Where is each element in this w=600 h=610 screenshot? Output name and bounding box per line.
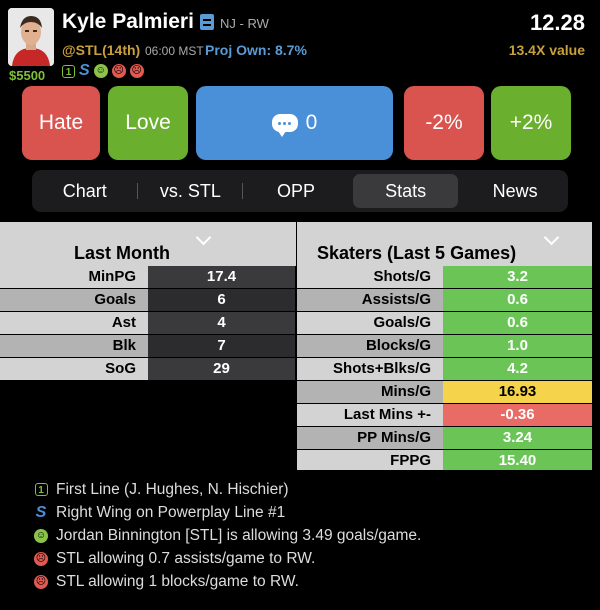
comment-count: 0 (305, 111, 318, 134)
stats-panel: Last Month Skaters (Last 5 Games) MinPG … (0, 222, 592, 470)
stat-value: -0.36 (443, 404, 592, 426)
love-button[interactable]: Love (108, 86, 188, 160)
table-row: Goals 6 (0, 289, 295, 311)
value-multiple: 13.4X value (508, 42, 585, 58)
badge-row: 1 S ☺ ☹ ☹ (62, 62, 144, 79)
list-item: ☺ Jordan Binnington [STL] is allowing 3.… (34, 524, 421, 547)
table-row: SoG 29 (0, 358, 295, 380)
matchup: @STL(14th) (62, 42, 141, 58)
table-row: PP Mins/G 3.24 (297, 427, 592, 449)
tab-bar: Chart vs. STL OPP Stats News (32, 170, 568, 212)
tab-vs-opponent[interactable]: vs. STL (138, 174, 244, 208)
line-one-icon: 1 (34, 483, 48, 496)
table-row: Last Mins +- -0.36 (297, 404, 592, 426)
list-item: S Right Wing on Powerplay Line #1 (34, 501, 421, 524)
powerplay-icon: S (79, 62, 90, 79)
last-month-title: Last Month (74, 243, 170, 263)
player-name[interactable]: Kyle Palmieri (62, 10, 194, 34)
stat-label: Goals/G (297, 312, 443, 334)
projected-ownership: Proj Own: 8.7% (205, 42, 307, 58)
table-row: Blk 7 (0, 335, 295, 357)
table-row: FPPG 15.40 (297, 450, 592, 470)
smile-icon: ☺ (93, 64, 108, 78)
line-one-icon: 1 (62, 64, 75, 78)
tab-news[interactable]: News (462, 174, 568, 208)
last5-title: Skaters (Last 5 Games) (317, 243, 517, 263)
game-time: 06:00 MST (145, 44, 204, 58)
table-row: MinPG 17.4 (0, 266, 295, 288)
table-row: Assists/G 0.6 (297, 289, 592, 311)
table-row: Shots/G 3.2 (297, 266, 592, 288)
stat-label: FPPG (297, 450, 443, 470)
tab-opp[interactable]: OPP (243, 174, 349, 208)
salary: $5500 (9, 68, 46, 83)
note-text: Right Wing on Powerplay Line #1 (56, 503, 286, 521)
note-text: Jordan Binnington [STL] is allowing 3.49… (56, 526, 422, 544)
last5-header[interactable]: Skaters (Last 5 Games) (297, 222, 592, 266)
table-row: Ast 4 (0, 312, 295, 334)
stat-value: 0.6 (443, 289, 592, 311)
stat-label: PP Mins/G (297, 427, 443, 449)
table-row: Mins/G 16.93 (297, 381, 592, 403)
increase-exposure-button[interactable]: +2% (491, 86, 571, 160)
comment-icon (271, 114, 298, 137)
frown-icon: ☹ (111, 64, 126, 78)
stat-label: Blk (0, 335, 148, 357)
notes-list: 1 First Line (J. Hughes, N. Hischier) S … (34, 478, 421, 593)
powerplay-icon: S (35, 503, 47, 521)
stat-value: 15.40 (443, 450, 592, 470)
note-text: STL allowing 1 blocks/game to RW. (56, 572, 299, 590)
player-headshot[interactable] (8, 8, 54, 66)
hate-button[interactable]: Hate (22, 86, 100, 160)
news-icon[interactable] (200, 14, 214, 30)
stat-label: MinPG (0, 266, 148, 288)
stat-value: 7 (148, 335, 295, 357)
frown-icon: ☹ (129, 64, 144, 78)
table-row: Goals/G 0.6 (297, 312, 592, 334)
list-item: ☹ STL allowing 0.7 assists/game to RW. (34, 547, 421, 570)
frown-icon: ☹ (34, 574, 48, 589)
list-item: ☹ STL allowing 1 blocks/game to RW. (34, 570, 421, 593)
chevron-down-icon[interactable] (195, 229, 212, 246)
comments-button[interactable]: 0 (196, 86, 393, 160)
tab-stats[interactable]: Stats (352, 174, 459, 208)
stat-value: 4 (148, 312, 295, 334)
stat-value: 3.24 (443, 427, 592, 449)
stat-value: 0.6 (443, 312, 592, 334)
projected-points: 12.28 (529, 10, 585, 35)
stat-value: 16.93 (443, 381, 592, 403)
table-row: Shots+Blks/G 4.2 (297, 358, 592, 380)
stat-value: 3.2 (443, 266, 592, 288)
stat-label: Shots+Blks/G (297, 358, 443, 380)
stat-label: Goals (0, 289, 148, 311)
last-month-header[interactable]: Last Month (0, 222, 296, 266)
chevron-down-icon[interactable] (543, 229, 560, 246)
stat-value: 29 (148, 358, 295, 380)
decrease-exposure-button[interactable]: -2% (404, 86, 484, 160)
note-text: STL allowing 0.7 assists/game to RW. (56, 549, 316, 567)
stat-value: 17.4 (148, 266, 295, 288)
stat-label: Shots/G (297, 266, 443, 288)
list-item: 1 First Line (J. Hughes, N. Hischier) (34, 478, 421, 501)
table-row: Blocks/G 1.0 (297, 335, 592, 357)
stat-label: Blocks/G (297, 335, 443, 357)
stat-label: Last Mins +- (297, 404, 443, 426)
stat-label: Ast (0, 312, 148, 334)
stat-label: Assists/G (297, 289, 443, 311)
stat-value: 6 (148, 289, 295, 311)
team-position: NJ - RW (220, 16, 269, 31)
stat-label: Mins/G (297, 381, 443, 403)
tab-chart[interactable]: Chart (32, 174, 138, 208)
stat-label: SoG (0, 358, 148, 380)
stat-value: 1.0 (443, 335, 592, 357)
smile-icon: ☺ (34, 528, 48, 543)
stat-value: 4.2 (443, 358, 592, 380)
frown-icon: ☹ (34, 551, 48, 566)
note-text: First Line (J. Hughes, N. Hischier) (56, 480, 289, 498)
